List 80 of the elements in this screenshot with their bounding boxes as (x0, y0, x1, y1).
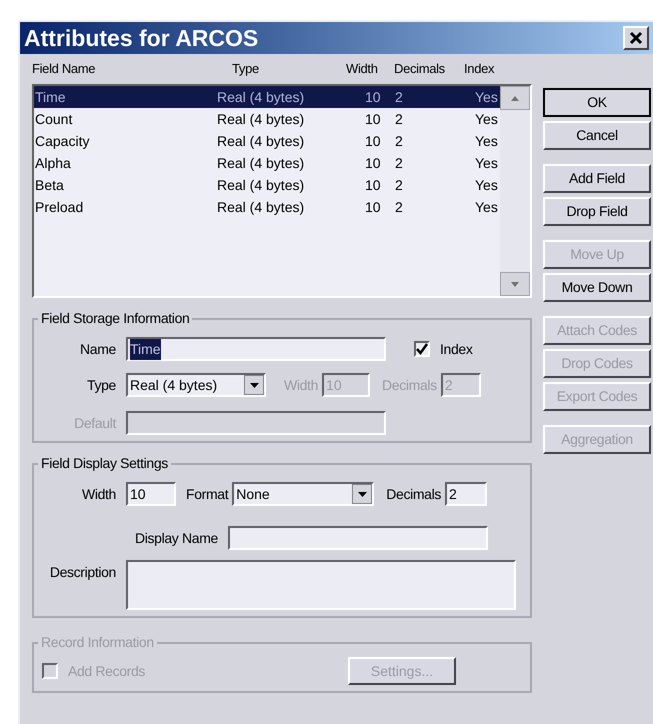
field-label: Name (79, 340, 116, 358)
down-arrow-icon (511, 282, 519, 286)
column-header[interactable]: Decimals (394, 61, 445, 76)
list-row[interactable]: Capacity Real (4 bytes) 10 2 Yes (34, 130, 500, 152)
column-header[interactable]: Width (346, 61, 378, 76)
table-cell: 2 (395, 110, 403, 126)
list-row[interactable]: Alpha Real (4 bytes) 10 2 Yes (34, 152, 500, 174)
field-label: Width (80, 484, 116, 504)
field-label: Add Records (68, 662, 146, 680)
input-field[interactable] (126, 411, 386, 435)
field-label: Description (48, 563, 116, 582)
field-label: Display Name (135, 528, 218, 548)
table-cell: Real (4 bytes) (217, 110, 304, 126)
scrollbar[interactable] (500, 86, 530, 296)
table-cell: 2 (395, 132, 403, 148)
list-row[interactable]: Count Real (4 bytes) 10 2 Yes (34, 108, 500, 130)
field-label: Index (440, 340, 472, 358)
table-cell: Preload (35, 198, 84, 214)
input-field[interactable] (228, 526, 488, 550)
table-cell: Yes (475, 198, 498, 214)
table-cell: Alpha (35, 154, 71, 170)
dropdown[interactable]: Real (4 bytes) (126, 373, 266, 397)
dialog-button[interactable]: Cancel (543, 121, 651, 150)
group-title: Field Storage Information (40, 309, 190, 328)
up-arrow-icon (511, 96, 519, 100)
table-cell: Real (4 bytes) (217, 88, 304, 104)
field-label: Format (186, 484, 228, 504)
close-icon (629, 31, 643, 45)
dialog-button[interactable]: OK (543, 88, 651, 117)
close-button[interactable] (623, 26, 649, 50)
dialog-button[interactable]: Drop Field (543, 197, 651, 226)
column-header[interactable]: Index (464, 61, 494, 76)
list-row[interactable]: Time Real (4 bytes) 10 2 Yes (34, 86, 500, 108)
field-label: Type (86, 376, 116, 395)
input-field[interactable]: 2 (445, 482, 488, 506)
scroll-up-button[interactable] (500, 86, 530, 110)
table-cell: Yes (475, 132, 498, 148)
table-cell: 2 (395, 154, 403, 170)
table-cell: Yes (475, 176, 498, 192)
table-cell: Real (4 bytes) (217, 198, 304, 214)
field-label: Width (284, 376, 318, 394)
table-cell: 10 (365, 154, 381, 170)
list-row[interactable]: Preload Real (4 bytes) 10 2 Yes (34, 196, 500, 218)
caret-icon (250, 382, 258, 388)
column-header[interactable]: Field Name (32, 61, 96, 76)
table-cell: 2 (395, 88, 403, 104)
dropdown[interactable]: None (232, 482, 374, 506)
field-label: Default (73, 414, 116, 432)
group-title: Field Display Settings (40, 454, 169, 473)
table-cell: 10 (365, 132, 381, 148)
table-cell: Real (4 bytes) (217, 176, 304, 192)
table-cell: 10 (365, 198, 381, 214)
table-cell: Yes (475, 110, 498, 126)
field-label: Decimals (382, 376, 437, 394)
table-cell: Real (4 bytes) (217, 132, 304, 148)
group-title: Record Information (40, 633, 155, 652)
scroll-down-button[interactable] (500, 272, 530, 296)
table-cell: Count (35, 110, 72, 126)
table-cell: 10 (365, 110, 381, 126)
table-cell: Time (35, 88, 66, 104)
list-row[interactable]: Beta Real (4 bytes) 10 2 Yes (34, 174, 500, 196)
table-cell: Real (4 bytes) (217, 154, 304, 170)
table-cell: 2 (395, 176, 403, 192)
window-title: Attributes for ARCOS (24, 26, 258, 50)
field-label: Decimals (386, 484, 442, 504)
dialog-button[interactable]: Add Field (543, 164, 651, 193)
table-cell: 10 (365, 176, 381, 192)
description-field[interactable] (126, 560, 516, 610)
dialog-button[interactable]: Move Down (543, 273, 651, 302)
input-field[interactable]: 10 (126, 482, 176, 506)
table-cell: Yes (475, 154, 498, 170)
checkbox[interactable] (414, 341, 430, 357)
name-field[interactable]: Time (126, 337, 386, 361)
table-cell: 2 (395, 198, 403, 214)
table-cell: Beta (35, 176, 64, 192)
column-header[interactable]: Type (232, 61, 259, 76)
caret-icon (358, 492, 367, 496)
table-cell: Capacity (35, 132, 90, 148)
table-cell: Yes (475, 88, 498, 104)
table-cell: 10 (365, 88, 381, 104)
